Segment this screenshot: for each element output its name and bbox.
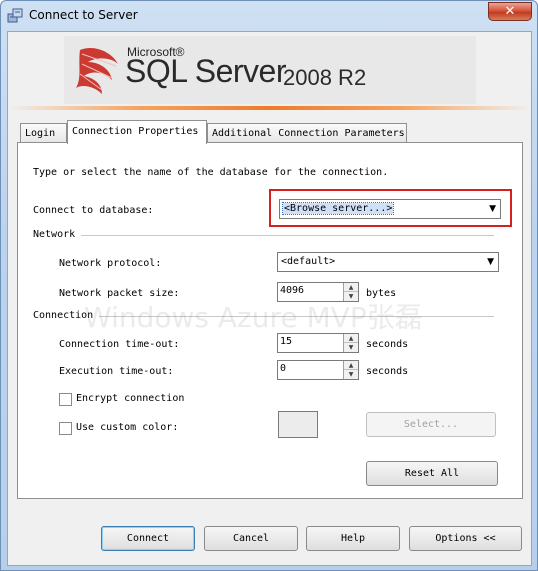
server-icon	[7, 8, 23, 23]
sql-server-logo-icon	[76, 47, 118, 94]
connect-to-database-label: Connect to database:	[33, 205, 154, 216]
window-title: Connect to Server	[29, 8, 138, 22]
select-color-button[interactable]: Select...	[366, 412, 496, 437]
network-protocol-value: <default>	[281, 256, 336, 267]
banner-product: SQL Server	[125, 53, 286, 89]
stepper-up-icon[interactable]: ▲	[344, 361, 358, 370]
connection-timeout-stepper[interactable]: 15 ▲ ▼	[277, 333, 359, 353]
intro-text: Type or select the name of the database …	[33, 167, 389, 178]
network-section-header: Network	[33, 229, 76, 240]
stepper-buttons[interactable]: ▲ ▼	[343, 361, 358, 379]
packet-size-value: 4096	[280, 285, 305, 296]
title-bar[interactable]: Connect to Server ✕	[1, 1, 537, 31]
use-custom-color-label: Use custom color:	[76, 422, 179, 433]
chevron-down-icon[interactable]: ▼	[487, 257, 494, 267]
network-divider	[81, 235, 494, 236]
reset-all-button[interactable]: Reset All	[366, 461, 498, 486]
use-custom-color-checkbox[interactable]	[59, 422, 72, 435]
network-protocol-combo[interactable]: <default> ▼	[277, 252, 499, 272]
custom-color-swatch[interactable]	[278, 411, 318, 438]
stepper-buttons[interactable]: ▲ ▼	[343, 334, 358, 352]
connection-timeout-label: Connection time-out:	[59, 339, 180, 350]
stepper-down-icon[interactable]: ▼	[344, 343, 358, 352]
close-button[interactable]: ✕	[488, 2, 532, 21]
encrypt-connection-label: Encrypt connection	[76, 393, 185, 404]
banner-version: 2008 R2	[283, 65, 367, 90]
close-icon: ✕	[504, 4, 516, 19]
dialog-client-area: Microsoft® SQL Server 2008 R2 Login Conn…	[7, 31, 532, 566]
watermark-text: Windows Azure MVP张磊	[84, 301, 423, 334]
help-button[interactable]: Help	[306, 526, 400, 551]
encrypt-connection-checkbox[interactable]	[59, 393, 72, 406]
options-button[interactable]: Options <<	[409, 526, 522, 551]
execution-timeout-value: 0	[280, 363, 287, 374]
execution-timeout-unit: seconds	[366, 366, 409, 377]
connection-timeout-unit: seconds	[366, 339, 409, 350]
banner-accent-line	[8, 106, 531, 110]
tab-login[interactable]: Login	[20, 123, 67, 143]
connect-to-server-window: Connect to Server ✕ Microsoft® SQL Serve…	[0, 0, 538, 571]
highlight-annotation	[269, 189, 512, 227]
stepper-up-icon[interactable]: ▲	[344, 283, 358, 292]
tab-additional-connection-parameters[interactable]: Additional Connection Parameters	[207, 123, 407, 143]
stepper-down-icon[interactable]: ▼	[344, 370, 358, 379]
connection-timeout-value: 15	[280, 336, 293, 347]
execution-timeout-stepper[interactable]: 0 ▲ ▼	[277, 360, 359, 380]
execution-timeout-label: Execution time-out:	[59, 366, 174, 377]
connect-button[interactable]: Connect	[101, 526, 195, 551]
tab-connection-properties[interactable]: Connection Properties	[67, 120, 207, 144]
cancel-button[interactable]: Cancel	[204, 526, 298, 551]
network-protocol-label: Network protocol:	[59, 258, 162, 269]
